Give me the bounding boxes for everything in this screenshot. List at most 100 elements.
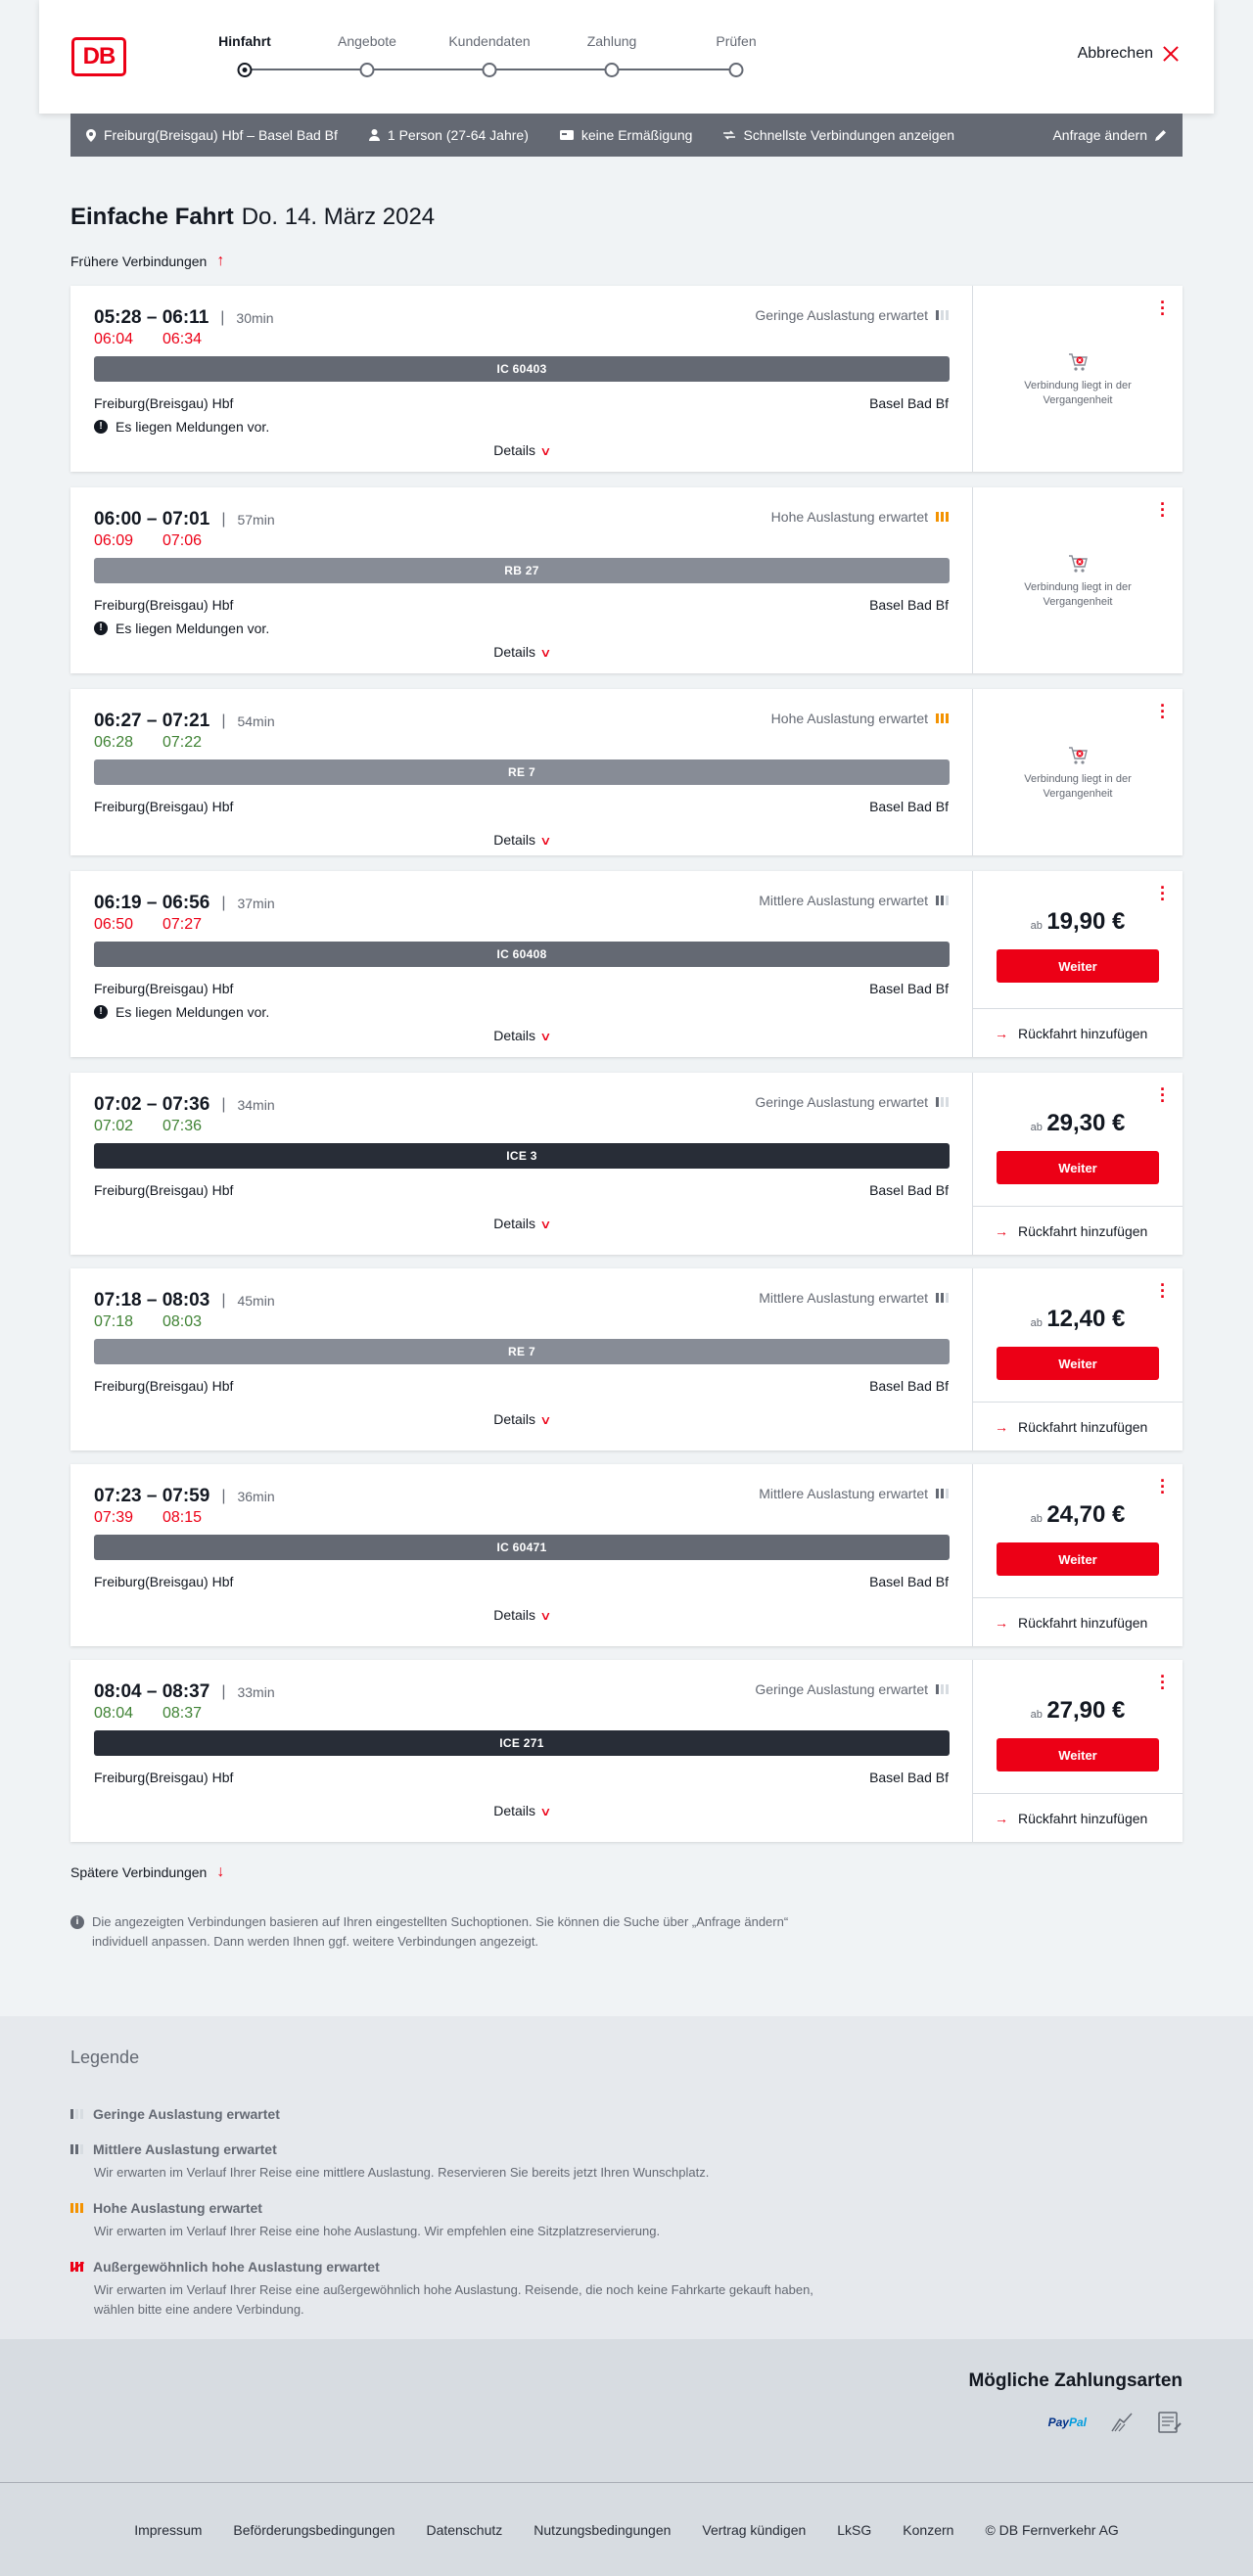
footer-link-befoerderungsbedingungen[interactable]: Beförderungsbedingungen [233, 2522, 394, 2538]
footer-link-vertrag-kuendigen[interactable]: Vertrag kündigen [702, 2522, 806, 2538]
connection-main: 06:00 – 07:01 | 57min 06:09 07:06 Hohe Auslas… [70, 487, 973, 673]
footer-link-konzern[interactable]: Konzern [903, 2522, 953, 2538]
legend-item-text: Wir erwarten im Verlauf Ihrer Reise eine… [94, 2282, 813, 2317]
realtime-departure: 06:04 [94, 331, 134, 347]
cancel-button[interactable]: Abbrechen [1078, 45, 1179, 63]
details-toggle[interactable]: Details ∨ [70, 1607, 973, 1623]
arrow-right-icon: → [995, 1418, 1008, 1435]
load-text: Geringe Auslastung erwartet [755, 1681, 928, 1697]
more-options-icon[interactable]: · · · [1159, 1668, 1167, 1697]
location-pin-icon [86, 128, 96, 142]
train-bar[interactable]: IC 60408 [94, 942, 950, 967]
train-bar[interactable]: RB 27 [94, 558, 950, 583]
footer-link-lksg[interactable]: LkSG [837, 2522, 871, 2538]
separator: | [221, 1488, 226, 1504]
logo-text: DB [82, 43, 116, 69]
realtime-arrival: 07:06 [162, 532, 203, 549]
later-connections-button[interactable]: Spätere Verbindungen ↓ [70, 1863, 224, 1881]
destination-station: Basel Bad Bf [869, 395, 949, 411]
continue-button[interactable]: Weiter [997, 1738, 1159, 1771]
legend-item-text: Wir erwarten im Verlauf Ihrer Reise eine… [94, 2224, 661, 2238]
footer-link-impressum[interactable]: Impressum [134, 2522, 202, 2538]
add-return-button[interactable]: → Rückfahrt hinzufügen [973, 1793, 1183, 1842]
price-prefix: ab [1030, 1122, 1043, 1133]
more-options-icon[interactable]: · · · [1159, 294, 1167, 323]
legend: Legende Geringe Auslastung erwartet Mittl… [0, 2016, 1253, 2339]
more-options-icon[interactable]: · · · [1159, 879, 1167, 908]
train-bar[interactable]: IC 60403 [94, 356, 950, 382]
planned-times: 05:28 – 06:11 [94, 307, 209, 328]
footer-link-datenschutz[interactable]: Datenschutz [426, 2522, 502, 2538]
details-toggle[interactable]: Details ∨ [70, 832, 973, 848]
change-request-button[interactable]: Anfrage ändern [1052, 127, 1167, 143]
origin-station: Freiburg(Breisgau) Hbf [94, 981, 234, 996]
cancel-label: Abbrechen [1077, 45, 1153, 62]
train-bar[interactable]: IC 60471 [94, 1535, 950, 1560]
more-options-icon[interactable]: · · · [1159, 495, 1167, 525]
details-toggle[interactable]: Details ∨ [70, 644, 973, 660]
load-info: Hohe Auslastung erwartet [771, 711, 949, 726]
connection-card: 07:02 – 07:36 | 34min 07:02 07:36 Geringe Aus… [70, 1073, 1183, 1255]
load-info: Mittlere Auslastung erwartet [759, 1486, 949, 1501]
train-bar[interactable]: ICE 271 [94, 1730, 950, 1756]
continue-button[interactable]: Weiter [997, 1542, 1159, 1576]
origin-station: Freiburg(Breisgau) Hbf [94, 1770, 234, 1785]
connection-card: 06:00 – 07:01 | 57min 06:09 07:06 Hohe Auslas… [70, 487, 1183, 673]
duration: 37min [237, 896, 275, 911]
load-info: Mittlere Auslastung erwartet [759, 893, 949, 908]
price: ab 29,30 € [973, 1110, 1183, 1137]
more-options-icon[interactable]: · · · [1159, 1472, 1167, 1501]
more-options-icon[interactable]: · · · [1159, 1081, 1167, 1110]
origin-station: Freiburg(Breisgau) Hbf [94, 597, 234, 613]
step-angebote-dot [359, 63, 375, 77]
train-bar[interactable]: RE 7 [94, 759, 950, 785]
earlier-connections-button[interactable]: Frühere Verbindungen ↑ [70, 253, 224, 270]
details-toggle[interactable]: Details ∨ [70, 1028, 973, 1043]
duration: 57min [237, 512, 275, 528]
footer-link-nutzungsbedingungen[interactable]: Nutzungsbedingungen [534, 2522, 671, 2538]
route-text: Freiburg(Breisgau) Hbf – Basel Bad Bf [104, 127, 338, 143]
arrow-up-icon: ↑ [216, 253, 225, 269]
train-name: RE 7 [508, 1345, 535, 1358]
legend-item-title: Geringe Auslastung erwartet [70, 2106, 854, 2122]
connection-main: 05:28 – 06:11 | 30min 06:04 06:34 Geringe Aus… [70, 286, 973, 472]
continue-button[interactable]: Weiter [997, 1347, 1159, 1380]
planned-times: 06:00 – 07:01 [94, 509, 210, 529]
details-label: Details [493, 1028, 535, 1043]
details-toggle[interactable]: Details ∨ [70, 1216, 973, 1231]
details-toggle[interactable]: Details ∨ [70, 1411, 973, 1427]
details-toggle[interactable]: Details ∨ [70, 442, 973, 458]
details-label: Details [493, 1607, 535, 1623]
past-connection-note: Verbindung liegt in der Vergangenheit [973, 553, 1183, 610]
separator: | [221, 511, 226, 528]
realtime-departure: 08:04 [94, 1705, 134, 1722]
connection-offer: · · · ab 12,40 € Weiter → Rückfahrt hinzufügen [973, 1268, 1183, 1450]
connection-main: 07:18 – 08:03 | 45min 07:18 08:03 Mittlere Au… [70, 1268, 973, 1450]
details-label: Details [493, 832, 535, 848]
price-prefix: ab [1030, 1709, 1043, 1721]
add-return-button[interactable]: → Rückfahrt hinzufügen [973, 1402, 1183, 1450]
legend-title-text: Hohe Auslastung erwartet [93, 2200, 262, 2216]
load-indicator-icon [936, 310, 949, 320]
add-return-button[interactable]: → Rückfahrt hinzufügen [973, 1597, 1183, 1646]
shopping-cart-icon [1069, 353, 1088, 371]
load-text: Hohe Auslastung erwartet [770, 509, 928, 525]
more-options-icon[interactable]: · · · [1159, 1276, 1167, 1306]
more-options-icon[interactable]: · · · [1159, 697, 1167, 726]
connection-offer: · · · Verbindung liegt in der Vergangenheit [973, 487, 1183, 673]
notice-text: Es liegen Meldungen vor. [116, 419, 270, 435]
train-bar[interactable]: RE 7 [94, 1339, 950, 1364]
legend-item: Geringe Auslastung erwartet [70, 2106, 854, 2122]
continue-button[interactable]: Weiter [997, 1151, 1159, 1184]
step-angebote-label: Angebote [338, 33, 396, 49]
add-return-button[interactable]: → Rückfahrt hinzufügen [973, 1206, 1183, 1255]
realtime-arrival: 07:22 [162, 734, 203, 751]
load-indicator-icon [936, 1489, 949, 1498]
db-logo[interactable]: DB [71, 37, 126, 76]
details-toggle[interactable]: Details ∨ [70, 1803, 973, 1818]
add-return-button[interactable]: → Rückfahrt hinzufügen [973, 1008, 1183, 1057]
train-bar[interactable]: ICE 3 [94, 1143, 950, 1169]
duration: 54min [237, 713, 275, 729]
origin-station: Freiburg(Breisgau) Hbf [94, 799, 234, 814]
continue-button[interactable]: Weiter [997, 949, 1159, 983]
